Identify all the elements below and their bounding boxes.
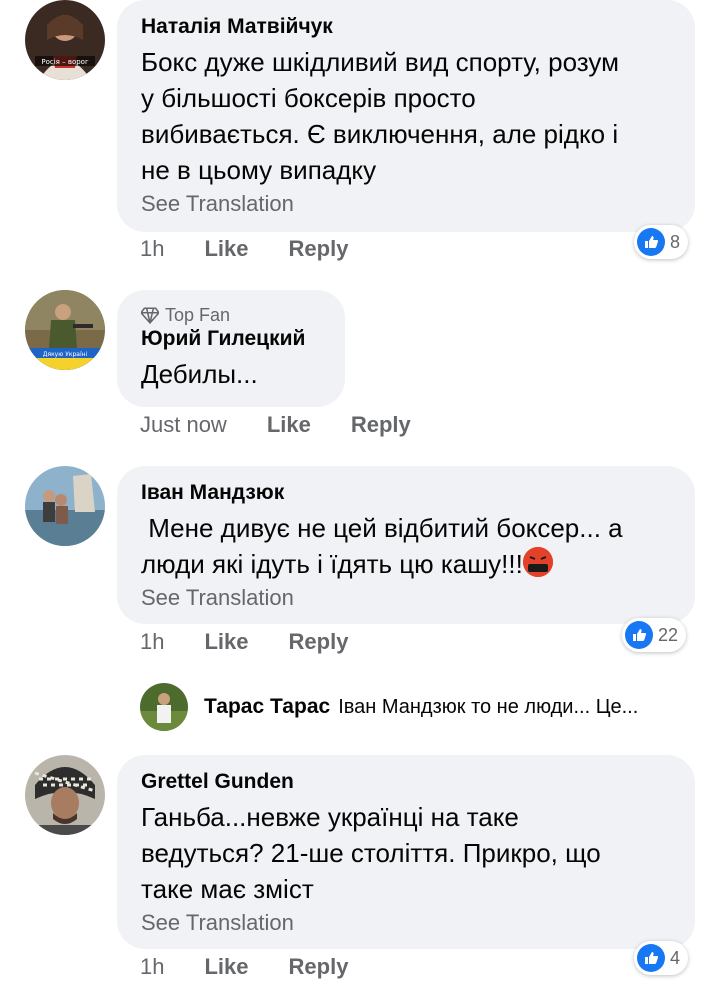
timestamp[interactable]: 1h <box>140 629 164 655</box>
reply-button[interactable]: Reply <box>289 629 349 655</box>
like-icon <box>625 621 653 649</box>
comment-actions: 1h Like Reply <box>140 236 388 262</box>
timestamp[interactable]: 1h <box>140 236 164 262</box>
avatar[interactable] <box>25 466 105 546</box>
author-name[interactable]: Наталія Матвійчук <box>141 14 671 40</box>
avatar[interactable]: Дякую Україні <box>25 290 105 370</box>
comment-actions: 1h Like Reply <box>140 954 388 980</box>
reaction-count-badge[interactable]: 22 <box>622 618 687 652</box>
comment-text: Мене дивує не цей відбитий боксер... а л… <box>141 513 623 579</box>
comment-actions: 1h Like Reply <box>140 629 388 655</box>
reaction-count: 4 <box>670 947 681 968</box>
reaction-count: 8 <box>670 231 681 252</box>
reaction-count: 22 <box>658 624 679 645</box>
see-translation-link[interactable]: See Translation <box>141 190 671 218</box>
svg-text:Дякую Україні: Дякую Україні <box>43 351 88 358</box>
timestamp[interactable]: Just now <box>140 412 227 438</box>
comment-bubble: Наталія Матвійчук Бокс дуже шкідливий ви… <box>117 0 695 232</box>
like-icon <box>637 944 665 972</box>
reply-button[interactable]: Reply <box>289 236 349 262</box>
comment-text: Бокс дуже шкідливий вид спорту, розум у … <box>141 47 619 185</box>
comment-bubble: Top Fan Юрий Гилецкий Дебилы... <box>117 290 345 407</box>
author-name[interactable]: Grettel Gunden <box>141 769 671 795</box>
like-button[interactable]: Like <box>267 412 311 438</box>
reply-button[interactable]: Reply <box>351 412 411 438</box>
author-name[interactable]: Іван Мандзюк <box>141 480 671 506</box>
timestamp[interactable]: 1h <box>140 954 164 980</box>
angry-cursing-emoji <box>522 547 553 577</box>
see-translation-link[interactable]: See Translation <box>141 909 671 937</box>
author-name[interactable]: Юрий Гилецкий <box>141 326 321 352</box>
like-button[interactable]: Like <box>204 954 248 980</box>
avatar[interactable] <box>25 755 105 835</box>
svg-text:Росія – ворог: Росія – ворог <box>41 58 89 66</box>
like-icon <box>637 228 665 256</box>
diamond-icon <box>141 307 159 324</box>
reaction-count-badge[interactable]: 4 <box>634 941 689 975</box>
like-button[interactable]: Like <box>204 629 248 655</box>
avatar[interactable] <box>140 683 188 731</box>
comment-bubble: Grettel Gunden Ганьба...невже українці н… <box>117 755 695 949</box>
reply-author-name[interactable]: Тарас Тарас <box>204 695 330 719</box>
reply-text: Іван Мандзюк то не люди... Це... <box>338 695 639 718</box>
reply-button[interactable]: Reply <box>289 954 349 980</box>
reaction-count-badge[interactable]: 8 <box>634 225 689 259</box>
avatar[interactable]: Росія – ворог <box>25 0 105 80</box>
like-button[interactable]: Like <box>204 236 248 262</box>
comment-actions: Just now Like Reply <box>140 412 451 438</box>
see-translation-link[interactable]: See Translation <box>141 584 671 612</box>
reply-preview[interactable]: Тарас Тарас Іван Мандзюк то не люди... Ц… <box>140 683 638 731</box>
comment-text: Ганьба...невже українці на таке ведуться… <box>141 802 601 904</box>
top-fan-badge: Top Fan <box>141 304 321 326</box>
comment-text: Дебилы... <box>141 359 258 389</box>
comment-bubble: Іван Мандзюк Мене дивує не цей відбитий … <box>117 466 695 624</box>
